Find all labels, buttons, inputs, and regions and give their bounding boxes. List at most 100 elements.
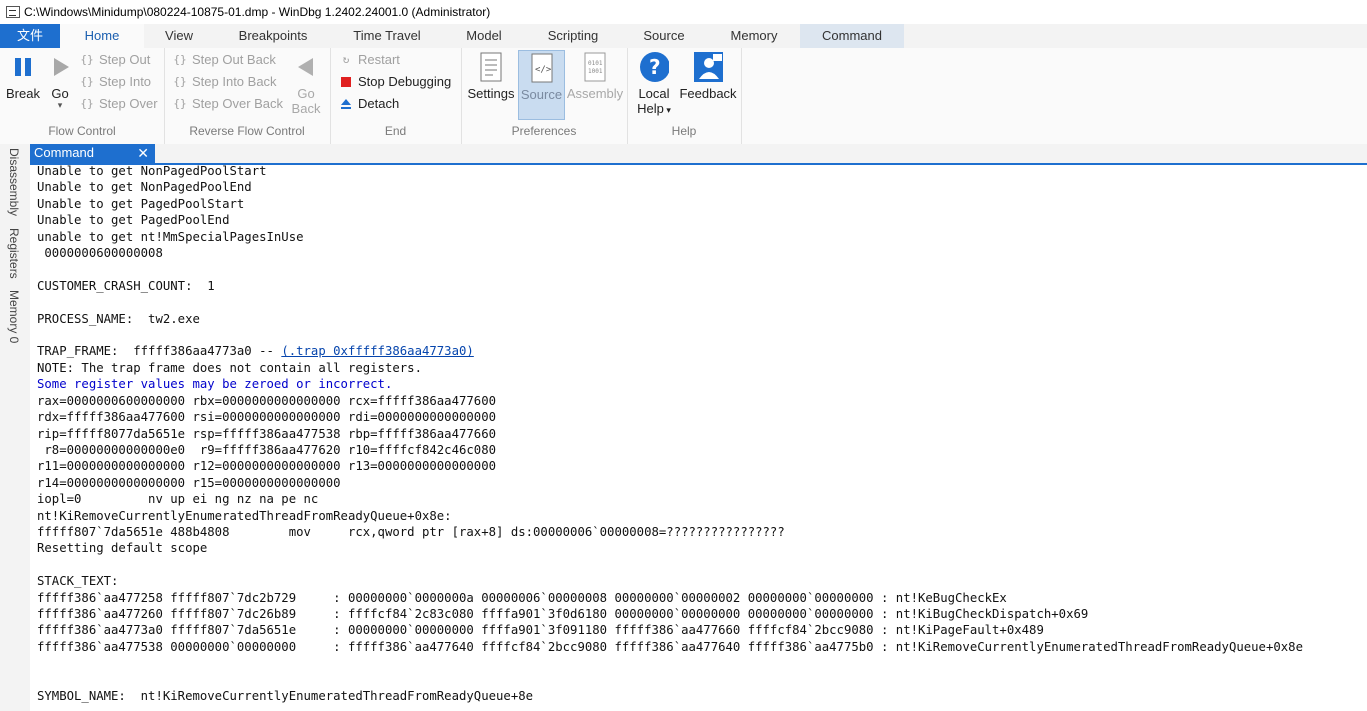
break-button[interactable]: Break bbox=[6, 50, 40, 101]
step-into-back-button[interactable]: {} Step Into Back bbox=[172, 72, 277, 92]
close-icon[interactable]: ✕ bbox=[137, 144, 149, 162]
output-line: rdx=fffff386aa477600 rsi=000000000000000… bbox=[37, 410, 497, 425]
tab-model[interactable]: Model bbox=[442, 24, 526, 48]
step-out-back-icon: {} bbox=[173, 53, 187, 66]
output-line: fffff386`aa477258 fffff807`7dc2b729 : 00… bbox=[37, 590, 1007, 605]
command-panel: Command ✕ Unable to get NonPagedPoolStar… bbox=[30, 144, 1367, 711]
step-out-back-button[interactable]: {} Step Out Back bbox=[172, 50, 276, 70]
step-over-back-button[interactable]: {} Step Over Back bbox=[172, 94, 283, 114]
output-line-warning: Some register values may be zeroed or in… bbox=[37, 377, 393, 392]
step-out-back-label: Step Out Back bbox=[192, 52, 276, 67]
output-line: iopl=0 nv up ei ng nz na pe nc bbox=[37, 492, 319, 507]
go-label: Go bbox=[51, 86, 69, 101]
reverse-play-icon bbox=[291, 50, 321, 84]
tab-home[interactable]: Home bbox=[60, 24, 144, 48]
output-blank bbox=[37, 294, 1365, 310]
restart-label: Restart bbox=[358, 52, 400, 67]
svg-text:1001: 1001 bbox=[588, 68, 603, 75]
output-line: fffff386`aa4773a0 fffff807`7da5651e : 00… bbox=[37, 623, 1044, 638]
feedback-button[interactable]: Feedback bbox=[679, 50, 737, 101]
tab-view[interactable]: View bbox=[144, 24, 214, 48]
title-bar: C:\Windows\Minidump\080224-10875-01.dmp … bbox=[0, 0, 1367, 24]
output-line: r11=0000000000000000 r12=000000000000000… bbox=[37, 459, 497, 474]
flow-control-group: Break Go ▾ {} Step Out {} Step Into {} Step… bbox=[0, 48, 165, 144]
output-line: Unable to get NonPagedPoolEnd bbox=[37, 180, 252, 195]
output-line: Unable to get PagedPoolEnd bbox=[37, 213, 230, 228]
command-panel-tab[interactable]: Command ✕ bbox=[30, 144, 155, 163]
preferences-label: Preferences bbox=[511, 124, 577, 138]
source-button[interactable]: </> Source bbox=[518, 50, 565, 120]
command-output[interactable]: Unable to get NonPagedPoolStart Unable to… bbox=[37, 163, 1365, 709]
preferences-group: Settings </> Source 0101 1001 Assembly Pr… bbox=[461, 48, 628, 144]
step-out-button[interactable]: {} Step Out bbox=[79, 50, 150, 70]
output-blank bbox=[37, 557, 1365, 573]
settings-document-icon bbox=[476, 50, 506, 84]
tab-time-travel[interactable]: Time Travel bbox=[332, 24, 442, 48]
step-into-icon: {} bbox=[80, 75, 94, 88]
local-help-dropdown-icon: ▾ bbox=[663, 105, 671, 115]
tab-memory[interactable]: Memory bbox=[708, 24, 800, 48]
stop-debugging-button[interactable]: Stop Debugging bbox=[338, 72, 451, 92]
step-over-label: Step Over bbox=[99, 96, 158, 111]
tab-scripting[interactable]: Scripting bbox=[526, 24, 620, 48]
go-back-button[interactable]: Go Back bbox=[288, 50, 324, 116]
source-code-icon: </> bbox=[527, 51, 557, 85]
trap-frame-link[interactable]: (.trap 0xfffff386aa4773a0) bbox=[281, 344, 474, 358]
output-line: nt!KiRemoveCurrentlyEnumeratedThreadFrom… bbox=[37, 508, 452, 523]
reverse-flow-control-label: Reverse Flow Control bbox=[189, 124, 305, 138]
output-line: r14=0000000000000000 r15=000000000000000… bbox=[37, 475, 341, 490]
tab-command[interactable]: Command bbox=[800, 24, 904, 48]
local-help-label-2: Help bbox=[637, 101, 664, 116]
step-over-back-icon: {} bbox=[173, 97, 187, 110]
output-line: r8=00000000000000e0 r9=fffff386aa477620 … bbox=[37, 442, 497, 457]
pause-icon bbox=[8, 50, 38, 84]
svg-text:?: ? bbox=[649, 55, 661, 79]
restart-button[interactable]: ↻ Restart bbox=[338, 50, 400, 70]
command-panel-tab-label: Command bbox=[34, 145, 94, 160]
sidebar-tab-memory[interactable]: Memory 0 bbox=[7, 290, 21, 343]
sidebar-tab-registers[interactable]: Registers bbox=[7, 228, 21, 279]
tab-breakpoints[interactable]: Breakpoints bbox=[214, 24, 332, 48]
assembly-binary-icon: 0101 1001 bbox=[580, 50, 610, 84]
output-blank bbox=[37, 261, 1365, 277]
end-label: End bbox=[384, 124, 407, 138]
assembly-label: Assembly bbox=[566, 86, 624, 101]
tab-source[interactable]: Source bbox=[620, 24, 708, 48]
local-help-label-1: Local bbox=[638, 86, 670, 101]
output-line-trap-frame: TRAP_FRAME: fffff386aa4773a0 -- (.trap 0… bbox=[37, 343, 1365, 359]
go-back-label-1: Go bbox=[297, 86, 315, 101]
feedback-label: Feedback bbox=[679, 86, 737, 101]
step-into-label: Step Into bbox=[99, 74, 152, 89]
go-button[interactable]: Go ▾ bbox=[46, 50, 76, 110]
output-line: fffff386`aa477260 fffff807`7dc26b89 : ff… bbox=[37, 606, 1089, 621]
end-group: ↻ Restart Stop Debugging Detach End bbox=[330, 48, 462, 144]
go-back-label-2: Back bbox=[291, 101, 321, 116]
output-line: CUSTOMER_CRASH_COUNT: 1 bbox=[37, 278, 215, 293]
step-over-back-label: Step Over Back bbox=[192, 96, 284, 111]
sidebar-tab-disassembly[interactable]: Disassembly bbox=[7, 148, 21, 216]
help-group: ? Local Help ▾ Feedback Help bbox=[627, 48, 742, 144]
settings-button[interactable]: Settings bbox=[467, 50, 515, 101]
stop-debugging-label: Stop Debugging bbox=[358, 74, 452, 89]
help-question-icon: ? bbox=[639, 50, 669, 84]
detach-button[interactable]: Detach bbox=[338, 94, 399, 114]
settings-label: Settings bbox=[467, 86, 515, 101]
local-help-button[interactable]: ? Local Help ▾ bbox=[633, 50, 675, 116]
window-title: C:\Windows\Minidump\080224-10875-01.dmp … bbox=[24, 5, 491, 19]
step-out-label: Step Out bbox=[99, 52, 151, 67]
step-into-button[interactable]: {} Step Into bbox=[79, 72, 151, 92]
step-over-button[interactable]: {} Step Over bbox=[79, 94, 158, 114]
output-line: rip=fffff8077da5651e rsp=fffff386aa47753… bbox=[37, 426, 497, 441]
step-into-back-label: Step Into Back bbox=[192, 74, 277, 89]
restart-icon: ↻ bbox=[342, 53, 350, 66]
help-label: Help bbox=[671, 124, 697, 138]
ribbon-tabs: 文件 Home View Breakpoints Time Travel Mod… bbox=[0, 24, 1367, 48]
assembly-button[interactable]: 0101 1001 Assembly bbox=[565, 50, 625, 101]
reverse-flow-control-group: {} Step Out Back {} Step Into Back {} Step … bbox=[164, 48, 331, 144]
tab-file[interactable]: 文件 bbox=[0, 24, 60, 48]
play-icon bbox=[46, 50, 76, 84]
step-over-icon: {} bbox=[80, 97, 94, 110]
trap-frame-text: TRAP_FRAME: fffff386aa4773a0 -- bbox=[37, 344, 282, 359]
output-line: Unable to get PagedPoolStart bbox=[37, 196, 245, 211]
go-dropdown-icon[interactable]: ▾ bbox=[46, 101, 74, 110]
